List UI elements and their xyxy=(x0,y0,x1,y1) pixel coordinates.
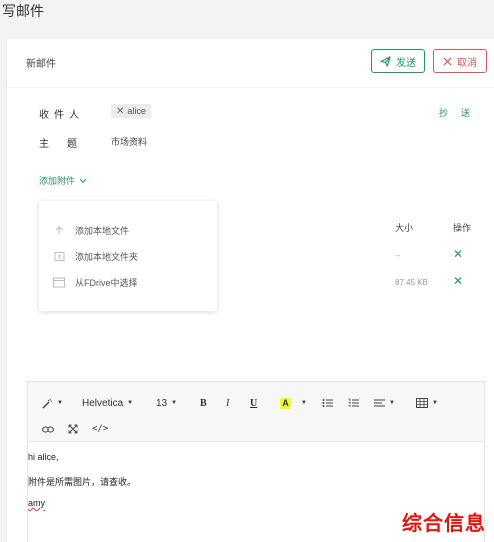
message-line[interactable]: hi alice, xyxy=(28,452,59,462)
highlight-icon: A xyxy=(280,397,291,409)
numbered-list-icon xyxy=(348,398,359,407)
dropdown-item-choose-from-fdrive[interactable]: 从FDrive中选择 xyxy=(53,274,138,290)
highlight-color-button[interactable]: A ▼ xyxy=(280,396,307,410)
editor-toolbar: ▼ Helvetica ▼ 13 ▼ B I U A ▼ ▼ ▼ </> xyxy=(28,382,484,442)
caret-down-icon: ▼ xyxy=(57,400,63,406)
underline-button[interactable]: U xyxy=(250,396,257,410)
link-icon xyxy=(42,425,54,433)
cancel-button[interactable]: 取消 xyxy=(433,49,487,73)
add-attachment-toggle[interactable]: 添加附件 xyxy=(39,174,87,187)
numbered-list-button[interactable] xyxy=(348,396,359,410)
delete-attachment-icon[interactable]: ✕ xyxy=(453,247,463,261)
card-title: 新邮件 xyxy=(26,59,56,70)
fullscreen-button[interactable] xyxy=(68,422,78,436)
folder-upload-icon xyxy=(53,250,65,262)
caret-down-icon: ▼ xyxy=(432,400,438,406)
cc-link[interactable]: 抄 xyxy=(439,106,448,119)
code-icon: </> xyxy=(92,424,109,434)
remove-recipient-icon[interactable]: ✕ xyxy=(116,106,124,117)
bold-button[interactable]: B xyxy=(200,396,207,410)
recipient-tag[interactable]: ✕ alice xyxy=(111,104,151,118)
caret-down-icon: ▼ xyxy=(171,400,178,406)
chevron-down-icon xyxy=(79,178,87,183)
upload-icon xyxy=(53,224,65,236)
magic-wand-icon xyxy=(42,398,53,408)
attachment-dropdown-menu: 添加本地文件 添加本地文件夹 从FDrive中选择 xyxy=(39,201,217,311)
size-column-header: 大小 xyxy=(395,223,414,233)
caret-down-icon: ▼ xyxy=(127,400,134,406)
message-line[interactable]: 附件是所需图片，请查收。 xyxy=(28,475,136,488)
caret-down-icon: ▼ xyxy=(301,400,307,406)
close-icon xyxy=(443,56,452,66)
window-icon xyxy=(53,276,65,288)
font-size-select[interactable]: 13 ▼ xyxy=(156,396,177,410)
attachment-size: -- xyxy=(395,251,401,260)
magic-style-button[interactable]: ▼ xyxy=(42,396,63,410)
add-attachment-label: 添加附件 xyxy=(39,176,76,186)
message-line[interactable]: amy xyxy=(28,498,45,508)
bullet-list-icon xyxy=(322,399,333,407)
send-label: 发送 xyxy=(396,57,416,69)
action-column-header: 操作 xyxy=(453,223,472,233)
align-select[interactable]: ▼ xyxy=(374,396,395,410)
italic-button[interactable]: I xyxy=(226,396,229,410)
attachment-size: 87.45 KB xyxy=(395,278,428,287)
cancel-label: 取消 xyxy=(457,57,477,69)
subject-label: 主题 xyxy=(39,139,95,150)
table-insert-select[interactable]: ▼ xyxy=(416,396,438,410)
align-left-icon xyxy=(374,399,385,407)
font-family-select[interactable]: Helvetica ▼ xyxy=(82,396,133,410)
header-divider xyxy=(7,87,494,88)
page-title: 写邮件 xyxy=(2,3,44,19)
dropdown-item-add-local-folder[interactable]: 添加本地文件夹 xyxy=(53,248,138,264)
caret-down-icon: ▼ xyxy=(389,400,395,406)
watermark: 综合信息 xyxy=(402,513,486,535)
compose-card: 新邮件 发送 取消 收件人 ✕ alice 抄 送 主题 市场资料 添加附件 大… xyxy=(6,39,494,542)
send-icon xyxy=(380,55,391,67)
insert-link-button[interactable] xyxy=(42,422,54,436)
subject-input[interactable]: 市场资料 xyxy=(111,135,147,148)
to-label: 收件人 xyxy=(39,110,84,121)
code-view-button[interactable]: </> xyxy=(92,422,108,436)
table-icon xyxy=(416,398,428,408)
delete-attachment-icon[interactable]: ✕ xyxy=(453,274,463,288)
bcc-link[interactable]: 送 xyxy=(461,106,470,119)
expand-icon xyxy=(68,424,78,434)
recipient-name: alice xyxy=(127,106,146,116)
send-button[interactable]: 发送 xyxy=(371,49,425,73)
bullet-list-button[interactable] xyxy=(322,396,333,410)
dropdown-item-add-local-file[interactable]: 添加本地文件 xyxy=(53,222,129,238)
